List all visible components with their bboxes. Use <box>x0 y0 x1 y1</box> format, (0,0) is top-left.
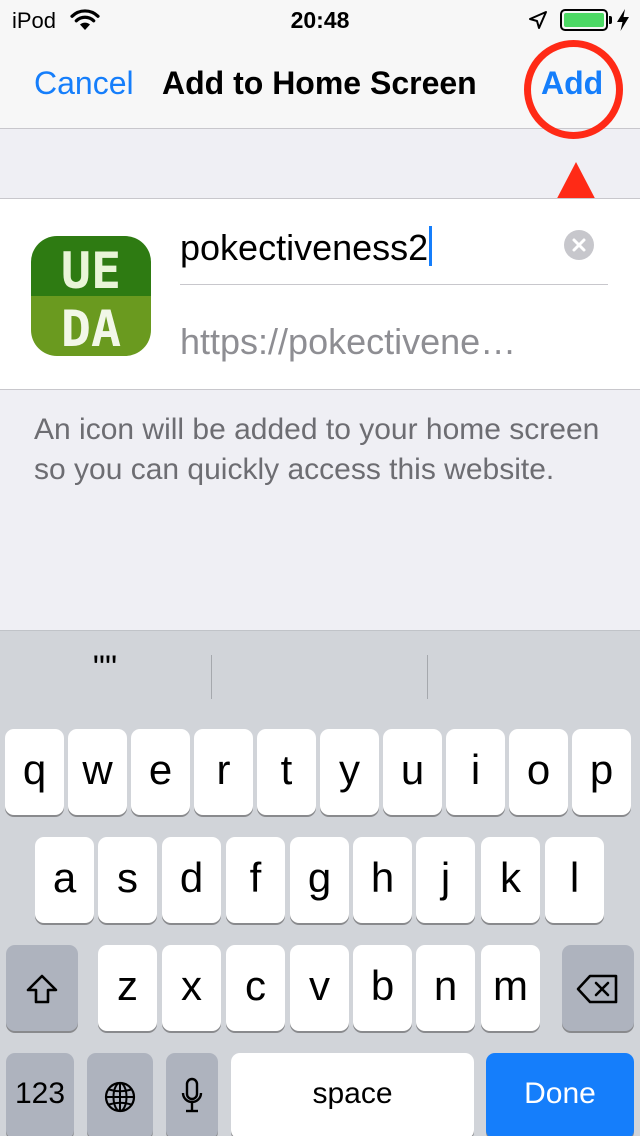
suggestion-1[interactable]: "" <box>0 649 210 697</box>
key-b[interactable]: b <box>353 945 412 1031</box>
key-d[interactable]: d <box>162 837 221 923</box>
suggestion-2[interactable] <box>212 649 427 697</box>
key-c[interactable]: c <box>226 945 285 1031</box>
delete-key[interactable] <box>562 945 634 1031</box>
highlight-circle <box>524 40 623 139</box>
bookmark-card: UE DA pokectiveness2 https://pokectivene… <box>0 198 640 390</box>
key-i[interactable]: i <box>446 729 505 815</box>
status-bar: iPod 20:48 <box>0 0 640 40</box>
text-cursor <box>429 226 433 266</box>
cancel-button[interactable]: Cancel <box>34 65 134 102</box>
app-icon-text-bottom: DA <box>61 300 121 356</box>
shift-key[interactable] <box>6 945 78 1031</box>
key-a[interactable]: a <box>35 837 94 923</box>
key-w[interactable]: w <box>68 729 127 815</box>
key-n[interactable]: n <box>416 945 475 1031</box>
globe-icon <box>104 1081 136 1113</box>
app-icon-text-top: UE <box>61 242 121 300</box>
key-r[interactable]: r <box>194 729 253 815</box>
done-button[interactable]: Done <box>486 1053 634 1136</box>
space-key[interactable]: space <box>231 1053 474 1136</box>
battery-tip <box>609 16 612 24</box>
key-m[interactable]: m <box>481 945 540 1031</box>
description-text: An icon will be added to your home scree… <box>34 413 600 486</box>
key-p[interactable]: p <box>572 729 631 815</box>
key-o[interactable]: o <box>509 729 568 815</box>
key-l[interactable]: l <box>545 837 604 923</box>
key-s[interactable]: s <box>98 837 157 923</box>
key-y[interactable]: y <box>320 729 379 815</box>
name-text: pokectiveness2 <box>180 227 429 268</box>
globe-key[interactable] <box>87 1053 153 1136</box>
app-icon: UE DA <box>31 236 151 356</box>
name-input[interactable]: pokectiveness2 <box>180 219 608 285</box>
key-h[interactable]: h <box>353 837 412 923</box>
close-icon <box>572 238 586 252</box>
battery-level <box>564 13 604 27</box>
numbers-key[interactable]: 123 <box>6 1053 74 1136</box>
key-t[interactable]: t <box>257 729 316 815</box>
key-g[interactable]: g <box>290 837 349 923</box>
name-input-value: pokectiveness2 <box>180 226 433 269</box>
charging-bolt-icon <box>616 9 630 36</box>
key-z[interactable]: z <box>98 945 157 1031</box>
keyboard: "" q w e r t y u i o p a s d f g h j k l… <box>0 630 640 1136</box>
key-j[interactable]: j <box>416 837 475 923</box>
key-e[interactable]: e <box>131 729 190 815</box>
backspace-icon <box>576 974 618 1004</box>
shift-icon <box>26 974 58 1004</box>
key-f[interactable]: f <box>226 837 285 923</box>
dictation-key[interactable] <box>166 1053 218 1136</box>
key-x[interactable]: x <box>162 945 221 1031</box>
url-field: https://pokectivene… <box>180 321 517 362</box>
clear-text-button[interactable] <box>564 230 594 260</box>
page-title: Add to Home Screen <box>162 65 477 101</box>
key-u[interactable]: u <box>383 729 442 815</box>
key-q[interactable]: q <box>5 729 64 815</box>
battery-icon <box>560 9 608 31</box>
suggestion-3[interactable] <box>428 649 640 697</box>
key-k[interactable]: k <box>481 837 540 923</box>
key-v[interactable]: v <box>290 945 349 1031</box>
microphone-icon <box>181 1077 203 1113</box>
location-arrow-icon <box>528 10 548 35</box>
